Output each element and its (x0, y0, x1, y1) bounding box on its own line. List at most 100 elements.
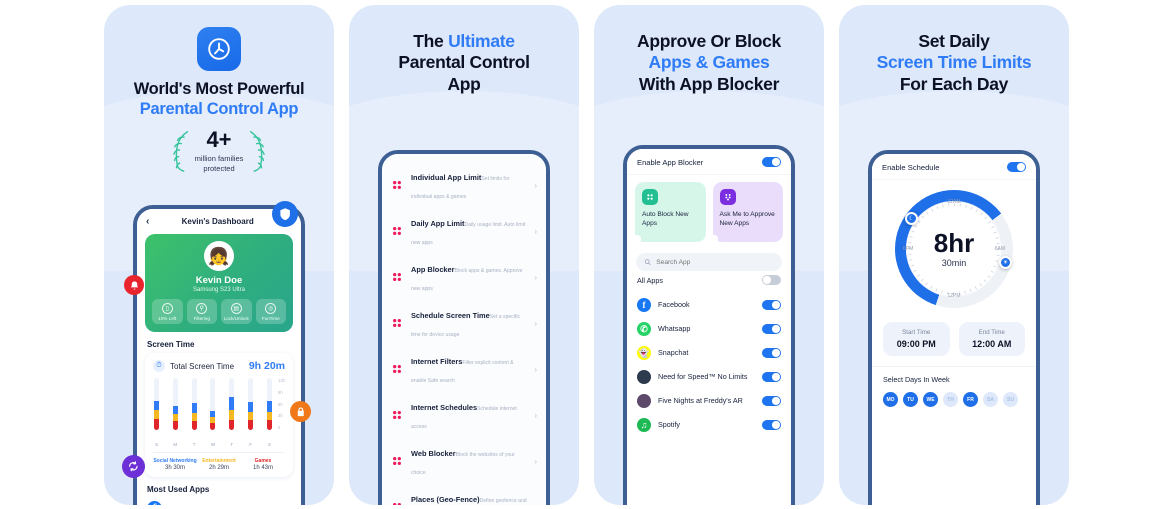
chart-y-tick: 12h (278, 378, 285, 383)
end-time-label: End Time (978, 329, 1005, 336)
chart-segment (266, 401, 272, 412)
quick-action-funtime[interactable]: ◎ FunTime (255, 299, 286, 324)
chart-x-tick: T (230, 442, 234, 447)
start-time-knob[interactable]: ☾ (905, 212, 918, 225)
lock-bubble[interactable] (290, 401, 311, 422)
phone-mockup-features: Individual App LimitSet limits for indiv… (378, 150, 550, 505)
gallery-card-set-daily-limits[interactable]: Set Daily Screen Time Limits For Each Da… (839, 5, 1069, 505)
day-chip[interactable]: WE (923, 392, 938, 407)
clock-shield-icon (197, 27, 241, 71)
chevron-right-icon: › (534, 180, 537, 190)
app-toggle[interactable] (762, 324, 781, 335)
feature-row[interactable]: App BlockerBlock apps & games. Approve n… (382, 254, 546, 300)
sync-bubble[interactable] (122, 455, 145, 478)
feature-row[interactable]: Internet SchedulesSchedule internet acce… (382, 392, 546, 438)
facebook-icon: f (147, 500, 162, 505)
app-toggle[interactable] (762, 420, 781, 431)
select-days-section: Select Days In Week MO TU WE TH FR SA SU (872, 366, 1036, 417)
end-time-knob[interactable]: ☀ (999, 256, 1012, 269)
app-toggle[interactable] (762, 300, 781, 311)
day-chip[interactable]: MO (883, 392, 898, 407)
tile-auto-block-new-apps[interactable]: Auto Block New Apps (633, 182, 706, 243)
total-screen-time-label: Total Screen Time (170, 361, 235, 371)
app-row[interactable]: Need for Speed™ No Limits (627, 365, 791, 389)
enable-app-blocker-row[interactable]: Enable App Blocker (627, 149, 791, 175)
app-row[interactable]: Five Nights at Freddy's AR (627, 389, 791, 413)
chart-segment (172, 405, 178, 414)
start-time-box[interactable]: Start Time 09:00 PM (883, 322, 950, 356)
app-row[interactable]: ✆ Whatsapp (627, 317, 791, 341)
feature-row[interactable]: Places (Geo-Fence)Define geofence and ge… (382, 484, 546, 505)
heading-line-3: App (447, 73, 481, 94)
chart-segment (191, 420, 197, 430)
quick-action-label: FunTime (261, 316, 280, 321)
all-apps-row[interactable]: All Apps (627, 271, 791, 287)
card2-heading: The Ultimate Parental Control App (349, 5, 579, 95)
lock-icon: ▤ (230, 303, 242, 314)
feature-row[interactable]: Individual App LimitSet limits for indiv… (382, 162, 546, 208)
app-name: Need for Speed™ No Limits (658, 372, 748, 382)
families-line2: protected (203, 163, 235, 173)
chart-bar (153, 378, 160, 430)
heading-line-2: Parental Control (398, 52, 530, 73)
chart-bar (191, 378, 198, 430)
app-row[interactable]: ♫ Spotify (627, 413, 791, 437)
screenshot-gallery: World's Most Powerful Parental Control A… (0, 0, 1173, 509)
gallery-card-ultimate-parental-control[interactable]: The Ultimate Parental Control App Indivi… (349, 5, 579, 505)
back-button[interactable]: ‹ (146, 216, 149, 227)
feature-title: Internet Schedules (411, 403, 478, 412)
time-range-dial[interactable]: 12AM 6AM 12PM 6PM 8hr 30min ☾ ☀ (895, 190, 1013, 308)
legend-label: Entertainment (202, 458, 236, 464)
tile-ask-me-to-approve[interactable]: Ask Me to Approve New Apps (710, 182, 783, 243)
day-chip[interactable]: SA (983, 392, 998, 407)
legend-item-social: Social Networking 3h 30m (153, 458, 197, 471)
day-chip[interactable]: FR (963, 392, 978, 407)
facebook-icon: f (637, 298, 651, 313)
app-toggle[interactable] (762, 372, 781, 383)
search-input[interactable] (656, 258, 774, 266)
shield-bubble[interactable] (272, 201, 298, 227)
quick-action-battery[interactable]: ▯ 10% Left (152, 299, 183, 324)
quick-action-lock[interactable]: ▤ Lock/Unlock (221, 299, 252, 324)
enable-app-blocker-toggle[interactable] (762, 157, 781, 167)
legend-item-games: Games 1h 43m (241, 458, 285, 471)
feature-title: Schedule Screen Time (411, 311, 490, 320)
day-chip[interactable]: SU (1003, 392, 1018, 407)
feature-title: App Blocker (411, 265, 455, 274)
app-row[interactable]: f Facebook (627, 293, 791, 317)
feature-row[interactable]: Daily App LimitDaily usage limit. Auto l… (382, 208, 546, 254)
kid-profile-card[interactable]: 👧 Kevin Doe Samsung S23 Ultra ▯ 10% Left… (145, 234, 293, 332)
enable-schedule-row[interactable]: Enable Schedule (872, 154, 1036, 180)
alarm-bubble[interactable] (124, 275, 144, 295)
quick-action-label: Lock/Unlock (223, 316, 249, 321)
search-app-field[interactable] (636, 253, 782, 272)
app-toggle[interactable] (762, 396, 781, 407)
app-toggle[interactable] (762, 348, 781, 359)
filter-icon: ⚲ (196, 303, 208, 314)
hourglass-icon (390, 224, 404, 238)
chart-bar (209, 378, 216, 430)
feature-row[interactable]: Internet FiltersFilter explicit content … (382, 346, 546, 392)
most-used-app-row[interactable]: f Facebook 3h 20m (147, 499, 291, 505)
chart-y-tick: 9h (278, 389, 283, 395)
chart-segment (154, 418, 159, 430)
day-chip[interactable]: TU (903, 392, 918, 407)
chart-segment (154, 400, 159, 411)
all-apps-toggle[interactable] (762, 275, 781, 286)
app-row[interactable]: 👻 Snapchat (627, 341, 791, 365)
day-chip[interactable]: TH (943, 392, 958, 407)
chart-x-tick: S (154, 442, 159, 447)
avatar: 👧 (204, 241, 234, 271)
feature-row[interactable]: Schedule Screen TimeSet a specific time … (382, 300, 546, 346)
chart-bar (172, 378, 179, 430)
gallery-card-world-most-powerful[interactable]: World's Most Powerful Parental Control A… (104, 5, 334, 505)
alarm-icon (130, 280, 138, 290)
end-time-box[interactable]: End Time 12:00 AM (958, 322, 1025, 356)
quick-action-filtering[interactable]: ⚲ Filtering (186, 299, 217, 324)
app-limit-icon (390, 178, 404, 192)
heading-line-3: With App Blocker (638, 73, 780, 94)
feature-row[interactable]: Web BlockerBlock the websites of your ch… (382, 438, 546, 484)
sync-icon (129, 461, 138, 472)
enable-schedule-toggle[interactable] (1007, 162, 1026, 172)
gallery-card-approve-or-block[interactable]: Approve Or Block Apps & Games With App B… (594, 5, 824, 505)
